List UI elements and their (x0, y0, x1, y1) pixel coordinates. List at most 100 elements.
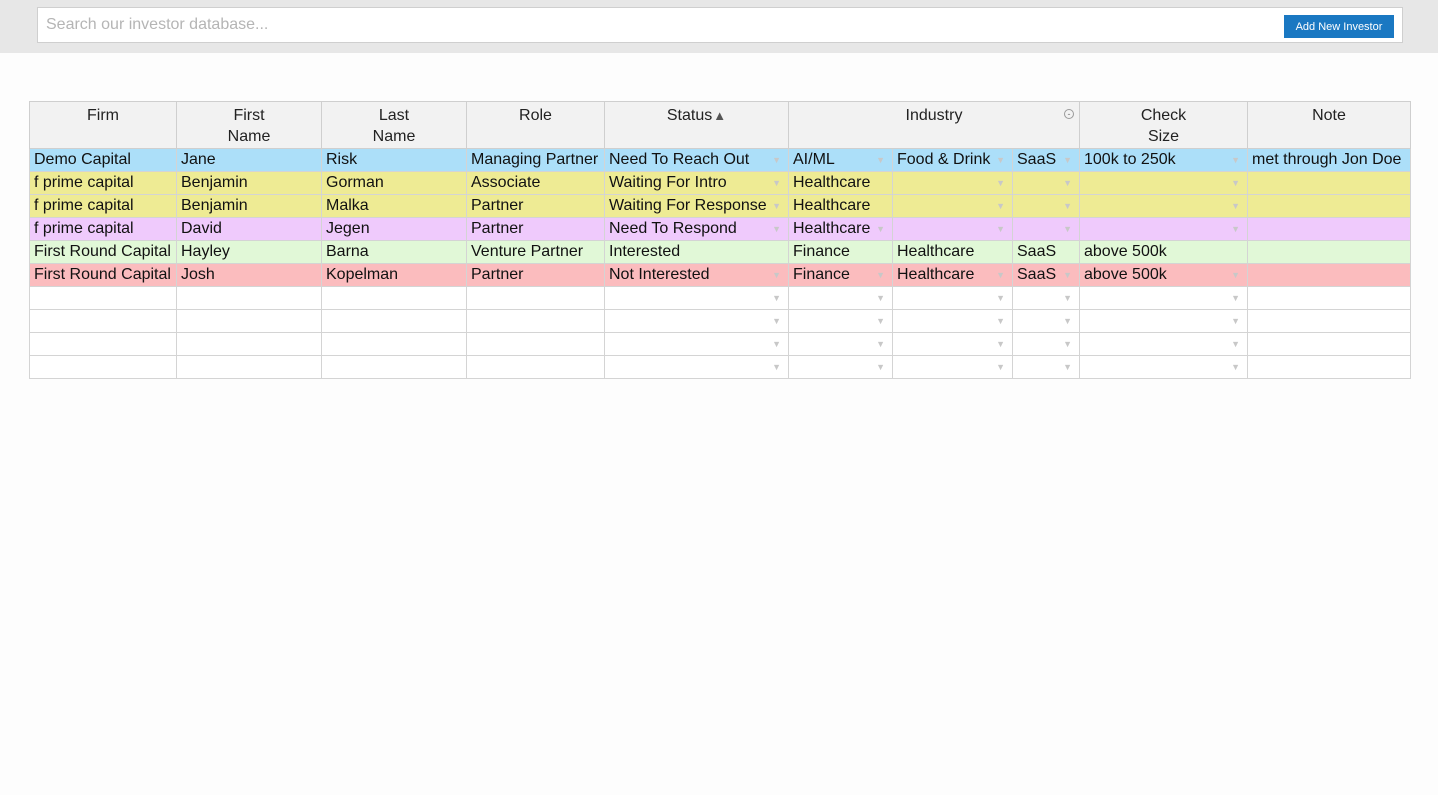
cell-first-name[interactable] (176, 355, 322, 379)
cell-industry-2[interactable]: ▼ (892, 171, 1013, 195)
cell-industry-3[interactable]: ▼ (1012, 332, 1080, 356)
dropdown-arrow-icon[interactable]: ▼ (996, 339, 1005, 349)
cell-note[interactable] (1247, 194, 1411, 218)
dropdown-arrow-icon[interactable]: ▼ (996, 316, 1005, 326)
dropdown-arrow-icon[interactable]: ▼ (772, 224, 781, 234)
column-header-firm[interactable]: Firm (29, 101, 177, 149)
dropdown-arrow-icon[interactable]: ▼ (1231, 293, 1240, 303)
cell-industry-1[interactable]: ▼ (788, 332, 893, 356)
cell-role[interactable]: Venture Partner (466, 240, 605, 264)
cell-status[interactable]: ▼ (604, 332, 789, 356)
cell-check-size[interactable]: 100k to 250k ▼ (1079, 148, 1248, 172)
cell-check-size[interactable]: ▼ (1079, 286, 1248, 310)
cell-industry-2[interactable]: Healthcare (892, 240, 1013, 264)
dropdown-arrow-icon[interactable]: ▼ (1063, 339, 1072, 349)
cell-firm[interactable] (29, 286, 177, 310)
cell-check-size[interactable]: ▼ (1079, 217, 1248, 241)
cell-industry-3[interactable]: SaaS ▼ (1012, 263, 1080, 287)
cell-first-name[interactable] (176, 309, 322, 333)
cell-last-name[interactable]: Risk (321, 148, 467, 172)
cell-check-size[interactable]: ▼ (1079, 309, 1248, 333)
cell-firm[interactable]: First Round Capital (29, 240, 177, 264)
cell-industry-3[interactable]: SaaS (1012, 240, 1080, 264)
cell-industry-1[interactable]: Finance (788, 240, 893, 264)
dropdown-arrow-icon[interactable]: ▼ (772, 339, 781, 349)
dropdown-arrow-icon[interactable]: ▼ (1063, 293, 1072, 303)
dropdown-arrow-icon[interactable]: ▼ (876, 293, 885, 303)
cell-role[interactable]: Partner (466, 194, 605, 218)
dropdown-arrow-icon[interactable]: ▼ (996, 155, 1005, 165)
dropdown-arrow-icon[interactable]: ▼ (1063, 155, 1072, 165)
cell-industry-1[interactable]: Healthcare ▼ (788, 217, 893, 241)
cell-check-size[interactable]: ▼ (1079, 332, 1248, 356)
cell-check-size[interactable]: above 500k ▼ (1079, 263, 1248, 287)
cell-industry-1[interactable]: ▼ (788, 355, 893, 379)
cell-industry-1[interactable]: AI/ML ▼ (788, 148, 893, 172)
cell-first-name[interactable]: David (176, 217, 322, 241)
dropdown-arrow-icon[interactable]: ▼ (772, 293, 781, 303)
dropdown-arrow-icon[interactable]: ▼ (1063, 270, 1072, 280)
cell-firm[interactable]: f prime capital (29, 194, 177, 218)
cell-role[interactable] (466, 286, 605, 310)
cell-firm[interactable]: Demo Capital (29, 148, 177, 172)
cell-industry-3[interactable]: ▼ (1012, 355, 1080, 379)
cell-industry-2[interactable]: ▼ (892, 309, 1013, 333)
cell-firm[interactable] (29, 309, 177, 333)
dropdown-arrow-icon[interactable]: ▼ (772, 362, 781, 372)
dropdown-arrow-icon[interactable]: ▼ (996, 178, 1005, 188)
cell-industry-1[interactable]: Healthcare (788, 171, 893, 195)
column-header-note[interactable]: Note (1247, 101, 1411, 149)
cell-check-size[interactable]: ▼ (1079, 194, 1248, 218)
cell-last-name[interactable] (321, 332, 467, 356)
cell-firm[interactable]: First Round Capital (29, 263, 177, 287)
cell-status[interactable]: Need To Respond ▼ (604, 217, 789, 241)
dropdown-arrow-icon[interactable]: ▼ (1063, 316, 1072, 326)
cell-check-size[interactable]: above 500k (1079, 240, 1248, 264)
cell-industry-2[interactable]: ▼ (892, 217, 1013, 241)
cell-firm[interactable]: f prime capital (29, 171, 177, 195)
cell-industry-2[interactable]: ▼ (892, 286, 1013, 310)
dropdown-arrow-icon[interactable]: ▼ (1231, 155, 1240, 165)
cell-first-name[interactable]: Benjamin (176, 171, 322, 195)
dropdown-arrow-icon[interactable]: ▼ (996, 270, 1005, 280)
cell-industry-3[interactable]: ▼ (1012, 217, 1080, 241)
dropdown-arrow-icon[interactable]: ▼ (1063, 224, 1072, 234)
cell-industry-3[interactable]: ▼ (1012, 286, 1080, 310)
column-header-industry[interactable]: Industry - (788, 101, 1080, 149)
cell-role[interactable] (466, 332, 605, 356)
cell-industry-2[interactable]: Food & Drink ▼ (892, 148, 1013, 172)
cell-industry-2[interactable]: Healthcare ▼ (892, 263, 1013, 287)
search-input[interactable] (46, 8, 1276, 42)
dropdown-arrow-icon[interactable]: ▼ (876, 362, 885, 372)
collapse-icon[interactable]: - (1064, 109, 1074, 119)
cell-status[interactable]: Waiting For Intro ▼ (604, 171, 789, 195)
dropdown-arrow-icon[interactable]: ▼ (876, 270, 885, 280)
cell-role[interactable] (466, 309, 605, 333)
dropdown-arrow-icon[interactable]: ▼ (772, 201, 781, 211)
cell-note[interactable] (1247, 171, 1411, 195)
cell-firm[interactable]: f prime capital (29, 217, 177, 241)
dropdown-arrow-icon[interactable]: ▼ (996, 224, 1005, 234)
cell-check-size[interactable]: ▼ (1079, 355, 1248, 379)
cell-note[interactable] (1247, 332, 1411, 356)
cell-status[interactable]: Waiting For Response ▼ (604, 194, 789, 218)
cell-first-name[interactable] (176, 332, 322, 356)
cell-last-name[interactable]: Kopelman (321, 263, 467, 287)
cell-last-name[interactable]: Malka (321, 194, 467, 218)
cell-note[interactable] (1247, 286, 1411, 310)
cell-check-size[interactable]: ▼ (1079, 171, 1248, 195)
column-header-status[interactable]: Status▲ (604, 101, 789, 149)
cell-firm[interactable] (29, 332, 177, 356)
cell-status[interactable]: Not Interested ▼ (604, 263, 789, 287)
cell-last-name[interactable] (321, 355, 467, 379)
cell-first-name[interactable]: Hayley (176, 240, 322, 264)
cell-role[interactable]: Associate (466, 171, 605, 195)
cell-status[interactable]: ▼ (604, 309, 789, 333)
dropdown-arrow-icon[interactable]: ▼ (1231, 201, 1240, 211)
dropdown-arrow-icon[interactable]: ▼ (876, 316, 885, 326)
dropdown-arrow-icon[interactable]: ▼ (772, 316, 781, 326)
cell-note[interactable] (1247, 355, 1411, 379)
dropdown-arrow-icon[interactable]: ▼ (996, 201, 1005, 211)
cell-status[interactable]: Need To Reach Out ▼ (604, 148, 789, 172)
cell-industry-2[interactable]: ▼ (892, 194, 1013, 218)
